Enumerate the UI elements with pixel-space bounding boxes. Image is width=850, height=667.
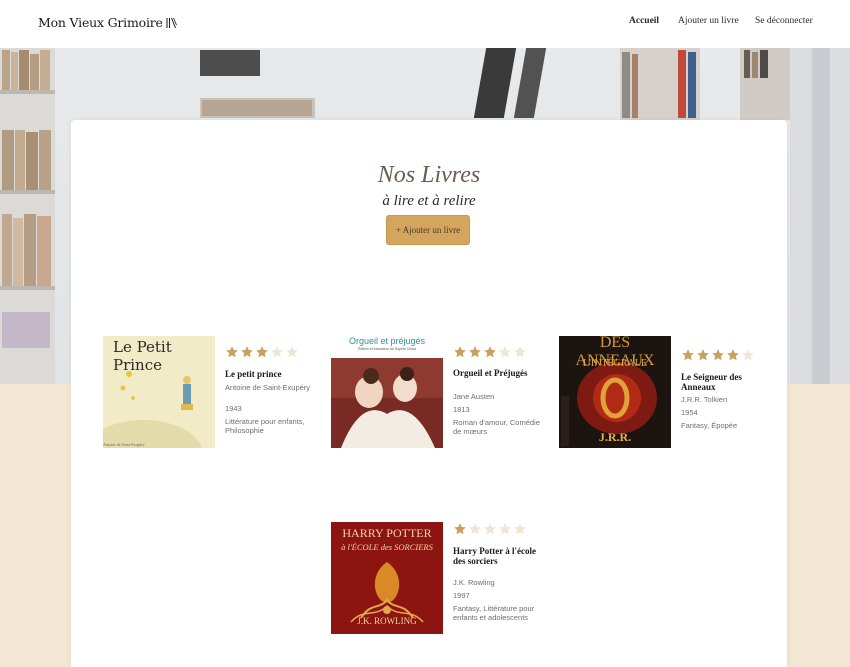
page-title: Nos Livres (377, 162, 481, 188)
book-title: Harry Potter à l'école des sorciers (453, 546, 537, 566)
star-empty-icon (513, 522, 527, 536)
cover-title-text: Le Petit Prince (113, 338, 172, 374)
book-card-harry-potter[interactable]: HARRY POTTER à l'ÉCOLE des SORCIERS J.K.… (331, 522, 541, 642)
star-filled-icon (696, 348, 710, 362)
add-book-button[interactable]: + Ajouter un livre (386, 215, 470, 245)
book-title: Le petit prince (225, 369, 282, 379)
book-year: 1813 (453, 405, 470, 414)
star-empty-icon (270, 345, 284, 359)
logo-text: Mon Vieux Grimoire (38, 15, 163, 30)
book-year: 1943 (225, 404, 242, 413)
book-author: Antoine de Saint-Exupéry (225, 383, 311, 392)
books-main-panel: Nos Livres à lire et à relire + Ajouter … (71, 120, 787, 667)
star-filled-icon (483, 345, 497, 359)
page-subtitle: à lire et à relire (382, 193, 476, 209)
cover-title-text: Orgueil et préjugés (348, 336, 426, 346)
book-cover-image: HARRY POTTER à l'ÉCOLE des SORCIERS J.K.… (331, 522, 443, 634)
star-filled-icon (711, 348, 725, 362)
cover-subtitle-text: L'INTÉGRALE (582, 358, 647, 369)
cover-author-text: J.K. ROWLING (357, 616, 417, 626)
book-author: Jane Austen (453, 392, 495, 401)
book-cover-image: DES ANNEAUX L'INTÉGRALE J.R.R. (559, 336, 671, 448)
book-cover-image: Antoine de Saint-Exupéry Le Petit Prince (103, 336, 215, 448)
book-author: J.K. Rowling (453, 578, 495, 587)
book-title: Orgueil et Préjugés (453, 368, 528, 378)
book-cover-image: Orgueil et préjugés Édition et traductio… (331, 336, 443, 448)
site-logo[interactable]: Mon Vieux Grimoire (38, 15, 177, 30)
book-genre: Fantasy, Épopée (681, 421, 738, 430)
book-genre: Littérature pour enfants, Philosophie (225, 417, 305, 435)
nav-link-ajouter-livre[interactable]: Ajouter un livre (678, 16, 739, 26)
top-navigation-bar: Mon Vieux Grimoire Accueil Ajouter un li… (0, 0, 850, 48)
star-empty-icon (741, 348, 755, 362)
star-empty-icon (513, 345, 527, 359)
rating-stars (681, 348, 755, 362)
star-filled-icon (225, 345, 239, 359)
star-filled-icon (468, 345, 482, 359)
star-empty-icon (285, 345, 299, 359)
star-empty-icon (498, 522, 512, 536)
cover-author-text: J.R.R. (598, 430, 632, 444)
book-title: Le Seigneur des Anneaux (681, 372, 742, 392)
star-filled-icon (681, 348, 695, 362)
cover-subtitle-text: à l'ÉCOLE des SORCIERS (341, 542, 433, 552)
rating-stars (453, 345, 527, 359)
books-logo-icon (166, 17, 177, 29)
star-filled-icon (240, 345, 254, 359)
star-empty-icon (498, 345, 512, 359)
rating-stars (453, 522, 527, 536)
star-filled-icon (453, 522, 467, 536)
cover-title-text: HARRY POTTER (342, 526, 432, 540)
star-filled-icon (453, 345, 467, 359)
book-author: J.R.R. Tolkien (681, 395, 728, 404)
svg-text:Antoine de Saint-Exupéry: Antoine de Saint-Exupéry (103, 442, 145, 447)
book-card-orgueil-et-prejuges[interactable]: Orgueil et préjugés Édition et traductio… (331, 336, 541, 456)
star-empty-icon (483, 522, 497, 536)
book-year: 1954 (681, 408, 698, 417)
nav-link-se-deconnecter[interactable]: Se déconnecter (755, 16, 813, 26)
rating-stars (225, 345, 299, 359)
star-empty-icon (468, 522, 482, 536)
book-card-le-petit-prince[interactable]: Antoine de Saint-Exupéry Le Petit Prince… (103, 336, 313, 456)
book-genre: Fantasy, Littérature pour enfants et ado… (453, 604, 535, 622)
book-card-le-seigneur-des-anneaux[interactable]: DES ANNEAUX L'INTÉGRALE J.R.R. Le Seigne… (559, 336, 769, 456)
nav-link-accueil[interactable]: Accueil (629, 16, 659, 26)
book-genre: Roman d'amour, Comédie de mœurs (453, 418, 540, 436)
book-year: 1997 (453, 591, 470, 600)
cover-subtitle-text: Édition et traduction de Sophie Chast (358, 347, 416, 351)
star-filled-icon (255, 345, 269, 359)
star-filled-icon (726, 348, 740, 362)
